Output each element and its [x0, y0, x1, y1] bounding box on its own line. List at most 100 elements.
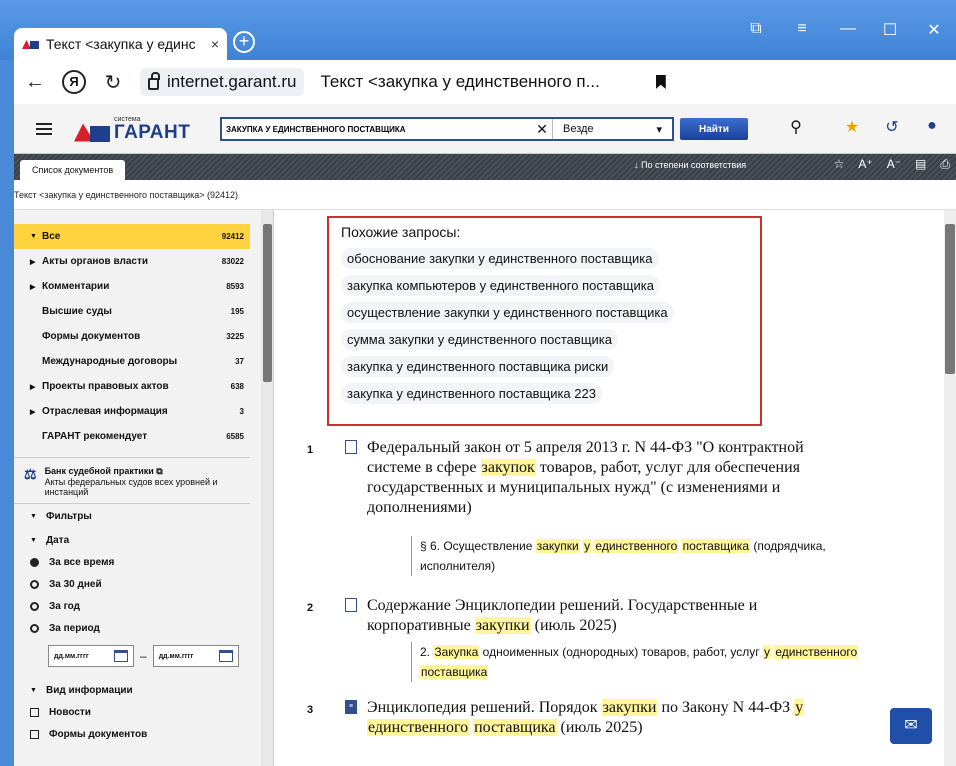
text-segment: Энциклопедия решений. Порядок	[367, 699, 602, 716]
radio-icon[interactable]	[30, 601, 39, 611]
category-count: 3	[239, 407, 244, 416]
font-increase-button[interactable]: A⁺	[858, 157, 872, 172]
radio-icon[interactable]	[30, 623, 39, 633]
checkbox-icon[interactable]	[30, 729, 39, 739]
url-domain: internet.garant.ru	[167, 72, 297, 91]
sidebar-category[interactable]: Формы документов 3225	[14, 324, 250, 349]
scope-select[interactable]: Везде ▾	[552, 119, 672, 139]
sidebar-category[interactable]: ГАРАНТ рекомендует 6585	[14, 424, 250, 449]
similar-query-chip[interactable]: осуществление закупки у единственного по…	[341, 302, 674, 323]
result-subsection-link[interactable]: 2. Закупка одноименных (однородных) това…	[411, 642, 881, 682]
bookmark-star-icon[interactable]: ☆	[834, 157, 845, 172]
similar-query-chip[interactable]: сумма закупки у единственного поставщика	[341, 329, 618, 350]
date-section[interactable]: ▼ Дата	[14, 529, 250, 551]
user-icon[interactable]: ●	[920, 117, 944, 141]
bookmark-icon[interactable]	[655, 75, 666, 89]
tab-document-list[interactable]: Список документов	[20, 160, 126, 180]
checkbox-icon[interactable]	[30, 707, 39, 717]
category-label: Международные договоры	[42, 356, 178, 367]
minimize-button[interactable]: —	[838, 20, 858, 38]
collections-icon[interactable]: ⧉	[746, 20, 766, 38]
save-icon[interactable]: ▤	[915, 157, 926, 172]
maximize-button[interactable]: ☐	[880, 20, 900, 40]
text-segment: одноименных (однородных) товаров, работ,…	[479, 645, 763, 659]
yandex-button[interactable]: Я	[62, 70, 86, 94]
menu-icon[interactable]	[36, 122, 52, 135]
radio-icon[interactable]	[30, 579, 39, 589]
date-option[interactable]: За все время	[14, 551, 250, 573]
similar-query-chip[interactable]: закупка у единственного поставщика 223	[341, 383, 602, 404]
similar-query-chip[interactable]: обоснование закупки у единственного пост…	[341, 248, 659, 269]
sidebar-category[interactable]: ▶ Комментарии 8593	[14, 274, 250, 299]
tab-close-icon[interactable]: ×	[211, 36, 219, 52]
text-segment: 2.	[420, 645, 434, 659]
info-type-item[interactable]: Новости	[14, 701, 250, 723]
result-subsection-link[interactable]: § 6. Осуществление закупки у единственно…	[411, 536, 881, 576]
date-option[interactable]: За год	[14, 595, 250, 617]
bank-title: Банк судебной практики ⧉	[44, 466, 163, 476]
similar-query-chip[interactable]: закупка компьютеров у единственного пост…	[341, 275, 660, 296]
new-tab-button[interactable]: +	[233, 31, 255, 53]
sidebar-category[interactable]: Международные договоры 37	[14, 349, 250, 374]
info-type-item[interactable]: Формы документов	[14, 723, 250, 745]
garant-logo[interactable]: система ГАРАНТ	[74, 116, 190, 142]
find-button[interactable]: Найти	[680, 118, 748, 140]
search-box: ✕ Везде ▾	[220, 117, 674, 141]
sort-selector[interactable]: ↓ По степени соответствия	[634, 160, 746, 170]
favorites-star-icon[interactable]: ★	[840, 117, 864, 141]
filters-toggle[interactable]: ▼ Фильтры	[14, 503, 250, 529]
radio-icon[interactable]	[30, 557, 39, 567]
date-to-placeholder: дд.мм.гггг	[158, 652, 194, 660]
result-title-link[interactable]: Федеральный закон от 5 апреля 2013 г. N …	[367, 438, 837, 518]
info-type-item-label: Формы документов	[49, 728, 148, 740]
print-icon[interactable]: ⎙	[940, 157, 950, 172]
expand-arrow-icon: ▶	[30, 383, 36, 391]
sidebar-category[interactable]: ▼ Все 92412	[14, 224, 250, 249]
similar-query-chip[interactable]: закупка у единственного поставщика риски	[341, 356, 615, 377]
court-icon: ⚖	[24, 466, 37, 482]
search-highlight: единственного	[774, 645, 859, 659]
app-toolbar: система ГАРАНТ ✕ Везде ▾ Найти ⚲ ★ ↺ ●	[14, 104, 956, 154]
reload-button[interactable]: ↻	[102, 70, 124, 95]
chat-icon[interactable]: ✉	[890, 708, 932, 744]
filters-label: Фильтры	[46, 511, 92, 522]
url-field[interactable]: internet.garant.ru	[140, 68, 305, 96]
filter-list-icon[interactable]: ⚲	[784, 117, 808, 141]
info-type-section[interactable]: ▼ Вид информации	[14, 679, 250, 701]
date-to-field[interactable]: дд.мм.гггг	[152, 645, 239, 667]
search-input[interactable]	[222, 119, 532, 139]
sidebar-category[interactable]: ▶ Проекты правовых актов 638	[14, 374, 250, 399]
search-highlight: у	[763, 645, 771, 659]
browser-tab[interactable]: Текст <закупка у единс ×	[14, 28, 227, 60]
back-button[interactable]: ←	[24, 71, 46, 94]
history-icon[interactable]: ↺	[880, 117, 904, 141]
category-label: Акты органов власти	[42, 256, 148, 267]
sidebar-scroll-thumb[interactable]	[263, 224, 272, 382]
similar-queries-box: Похожие запросы: обоснование закупки у е…	[327, 216, 762, 426]
calendar-icon[interactable]	[114, 650, 128, 662]
search-highlight: закупки	[535, 539, 580, 553]
date-from-field[interactable]: дд.мм.гггг	[48, 645, 134, 667]
close-window-button[interactable]: ✕	[924, 20, 944, 40]
sidebar-category[interactable]: Высшие суды 195	[14, 299, 250, 324]
court-practice-bank[interactable]: ⚖ Банк судебной практики ⧉ Акты федераль…	[14, 457, 250, 503]
page-title: Текст <закупка у единственного п...	[320, 72, 600, 91]
result-title-link[interactable]: Энциклопедия решений. Порядок закупки по…	[367, 698, 837, 738]
date-option[interactable]: За 30 дней	[14, 573, 250, 595]
category-label: ГАРАНТ рекомендует	[42, 431, 148, 442]
date-option[interactable]: За период	[14, 617, 250, 639]
clear-search-icon[interactable]: ✕	[532, 121, 552, 138]
search-highlight: Закупка	[433, 645, 480, 659]
font-decrease-button[interactable]: A⁻	[887, 157, 901, 172]
result-title-link[interactable]: Содержание Энциклопедии решений. Государ…	[367, 596, 837, 636]
expand-arrow-icon: ▶	[30, 258, 36, 266]
sidebar-category[interactable]: ▶ Акты органов власти 83022	[14, 249, 250, 274]
content-scroll-thumb[interactable]	[945, 224, 955, 374]
sidebar-category[interactable]: ▶ Отраслевая информация 3	[14, 399, 250, 424]
notification-icon[interactable]: ≡	[792, 20, 812, 38]
search-highlight: единственного	[367, 719, 470, 736]
list-toolbar: Список документов ↓ По степени соответст…	[14, 154, 956, 180]
address-bar: ← Я ↻ internet.garant.ru Текст <закупка …	[14, 60, 956, 104]
calendar-icon[interactable]	[218, 650, 233, 662]
result-number: 2	[307, 602, 314, 614]
